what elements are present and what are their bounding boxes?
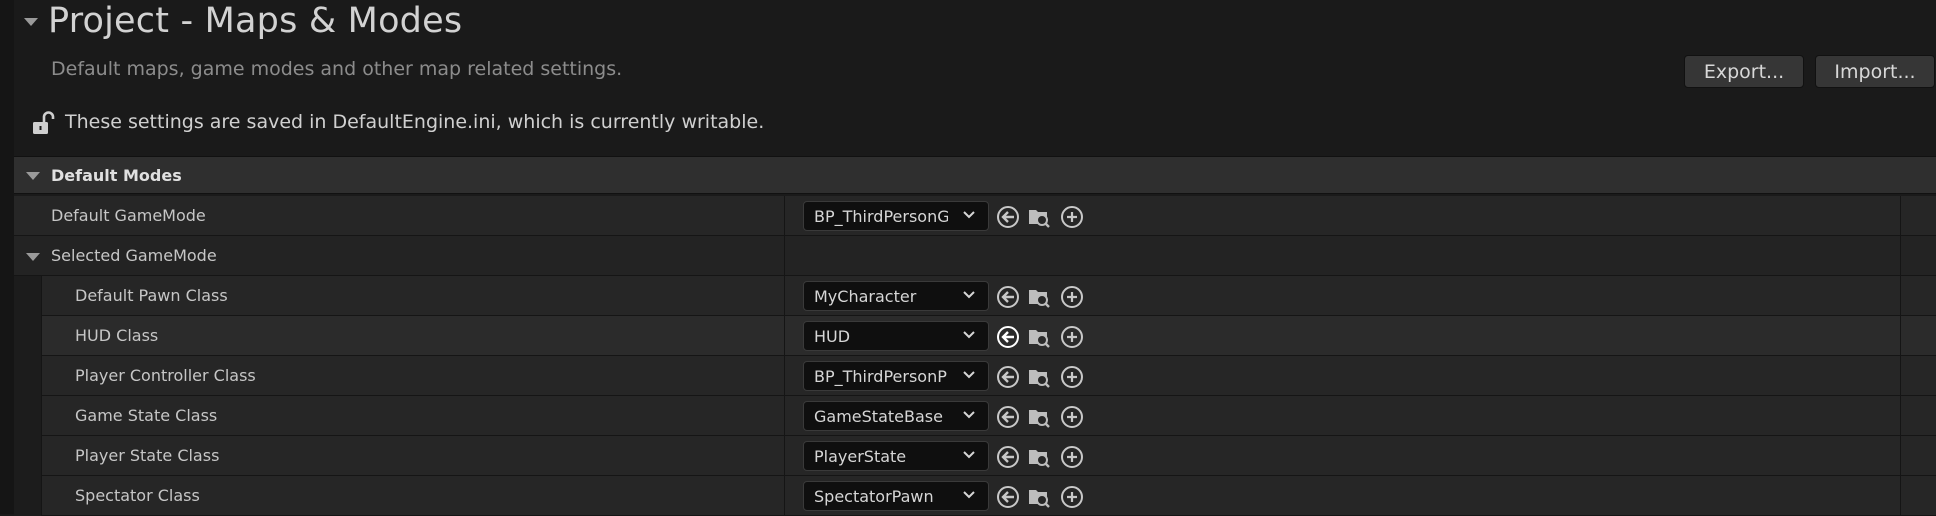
chevron-down-icon (963, 491, 975, 499)
browse-icon[interactable] (1027, 205, 1051, 229)
collapse-arrow-icon[interactable] (26, 172, 40, 180)
property-row-spectator-class: Spectator Class SpectatorPawn (14, 476, 1936, 516)
row-indent (14, 276, 42, 316)
row-indent (14, 316, 42, 356)
column-divider (1900, 356, 1901, 396)
import-button[interactable]: Import... (1815, 55, 1935, 88)
use-selected-icon[interactable] (996, 405, 1020, 429)
chevron-down-icon (963, 291, 975, 299)
property-row-selected-gamemode[interactable]: Selected GameMode (14, 236, 1936, 276)
lock-open-icon (33, 111, 55, 134)
browse-icon[interactable] (1027, 485, 1051, 509)
section-title: Default Modes (51, 166, 182, 185)
property-label: Default Pawn Class (75, 286, 228, 305)
property-row-player-controller-class: Player Controller Class BP_ThirdPersonPl… (14, 356, 1936, 396)
column-divider (1900, 196, 1901, 236)
class-picker-combo[interactable]: BP_ThirdPersonGa (803, 201, 989, 231)
combo-value: MyCharacter (814, 287, 917, 306)
browse-icon[interactable] (1027, 325, 1051, 349)
use-selected-icon[interactable] (996, 485, 1020, 509)
chevron-down-icon (963, 451, 975, 459)
section-default-modes[interactable]: Default Modes (14, 156, 1936, 194)
config-writable-notice: These settings are saved in DefaultEngin… (65, 111, 765, 133)
add-icon[interactable] (1060, 325, 1084, 349)
add-icon[interactable] (1060, 405, 1084, 429)
page-subtitle: Default maps, game modes and other map r… (51, 58, 623, 80)
chevron-down-icon (963, 371, 975, 379)
combo-value: BP_ThirdPersonPla (814, 367, 948, 386)
row-indent (14, 476, 42, 516)
class-picker-combo[interactable]: SpectatorPawn (803, 481, 989, 511)
column-divider[interactable] (784, 196, 785, 236)
use-selected-icon[interactable] (996, 445, 1020, 469)
property-row-default-pawn-class: Default Pawn Class MyCharacter (14, 276, 1936, 316)
property-label: HUD Class (75, 326, 159, 345)
row-indent (14, 356, 42, 396)
property-label: Player State Class (75, 446, 220, 465)
property-row-player-state-class: Player State Class PlayerState (14, 436, 1936, 476)
property-label: Default GameMode (51, 206, 206, 225)
browse-icon[interactable] (1027, 285, 1051, 309)
column-divider[interactable] (784, 476, 785, 516)
left-gutter (0, 0, 14, 514)
property-label: Player Controller Class (75, 366, 256, 385)
class-picker-combo[interactable]: HUD (803, 321, 989, 351)
page-title: Project - Maps & Modes (48, 1, 463, 41)
browse-icon[interactable] (1027, 445, 1051, 469)
add-icon[interactable] (1060, 205, 1084, 229)
use-selected-icon[interactable] (996, 365, 1020, 389)
class-picker-combo[interactable]: PlayerState (803, 441, 989, 471)
column-divider (1900, 476, 1901, 516)
chevron-down-icon (963, 331, 975, 339)
browse-icon[interactable] (1027, 405, 1051, 429)
add-icon[interactable] (1060, 445, 1084, 469)
column-divider[interactable] (784, 436, 785, 476)
column-divider[interactable] (784, 396, 785, 436)
column-divider (1900, 316, 1901, 356)
column-divider (1900, 436, 1901, 476)
combo-value: SpectatorPawn (814, 487, 934, 506)
column-divider (1900, 276, 1901, 316)
combo-value: HUD (814, 327, 851, 346)
add-icon[interactable] (1060, 365, 1084, 389)
add-icon[interactable] (1060, 485, 1084, 509)
column-divider[interactable] (784, 356, 785, 396)
row-indent (14, 396, 42, 436)
combo-value: GameStateBase (814, 407, 943, 426)
combo-value: PlayerState (814, 447, 907, 466)
chevron-down-icon (963, 211, 975, 219)
property-label: Selected GameMode (51, 246, 217, 265)
collapse-arrow-icon[interactable] (24, 18, 38, 26)
chevron-down-icon (963, 411, 975, 419)
property-row-hud-class: HUD Class HUD (14, 316, 1936, 356)
use-selected-icon[interactable] (996, 285, 1020, 309)
class-picker-combo[interactable]: MyCharacter (803, 281, 989, 311)
browse-icon[interactable] (1027, 365, 1051, 389)
property-row-game-state-class: Game State Class GameStateBase (14, 396, 1936, 436)
collapse-arrow-icon[interactable] (26, 253, 40, 261)
column-divider[interactable] (784, 316, 785, 356)
property-label: Spectator Class (75, 486, 200, 505)
class-picker-combo[interactable]: GameStateBase (803, 401, 989, 431)
use-selected-icon[interactable] (996, 325, 1020, 349)
column-divider (1900, 396, 1901, 436)
column-divider[interactable] (784, 236, 785, 276)
settings-header: Project - Maps & Modes Default maps, gam… (14, 0, 1936, 155)
combo-value: BP_ThirdPersonGa (814, 207, 948, 226)
property-label: Game State Class (75, 406, 218, 425)
use-selected-icon[interactable] (996, 205, 1020, 229)
property-row-default-gamemode: Default GameMode BP_ThirdPersonGa (14, 196, 1936, 236)
class-picker-combo[interactable]: BP_ThirdPersonPla (803, 361, 989, 391)
column-divider[interactable] (784, 276, 785, 316)
add-icon[interactable] (1060, 285, 1084, 309)
column-divider (1900, 236, 1901, 276)
row-indent (14, 436, 42, 476)
export-button[interactable]: Export... (1684, 55, 1804, 88)
